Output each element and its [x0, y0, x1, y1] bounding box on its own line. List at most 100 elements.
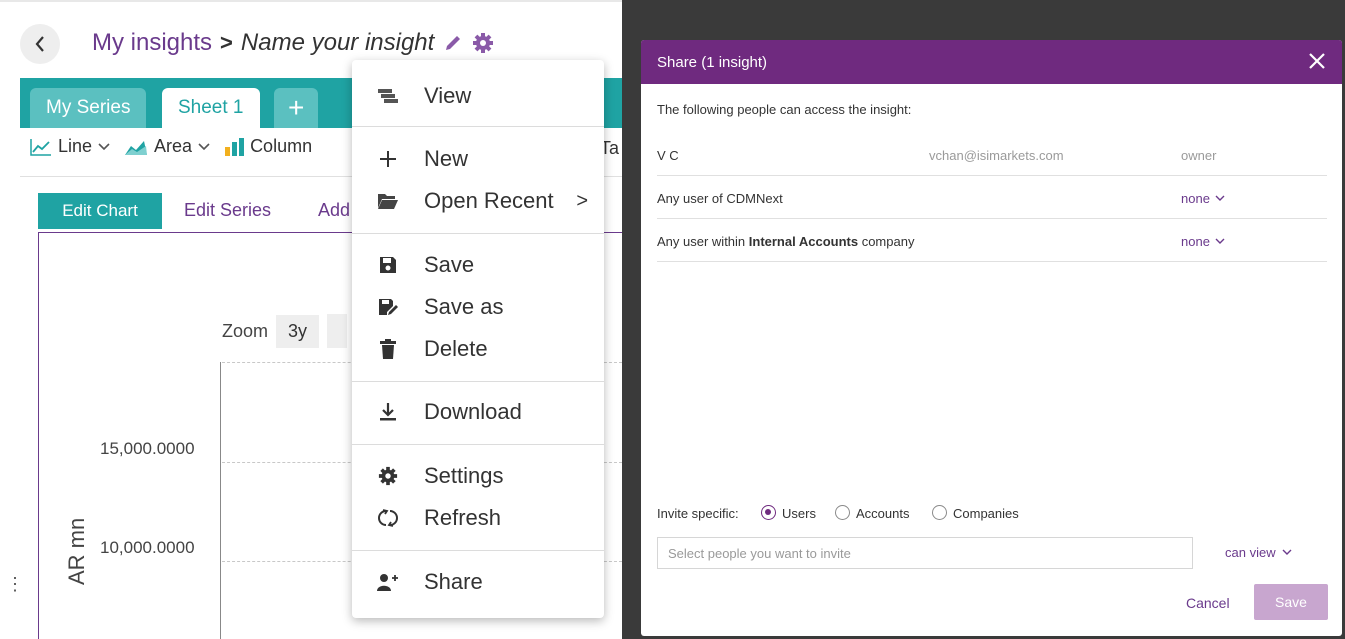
gear-icon [378, 466, 398, 486]
y-tick-label: 15,000.0000 [100, 439, 195, 458]
menu-item-download-label: Download [424, 399, 522, 424]
radio-companies[interactable] [932, 505, 947, 520]
menu-item-save-as[interactable]: Save as [352, 287, 604, 327]
menu-item-share[interactable]: Share [352, 562, 604, 602]
tab-sheet-1[interactable]: Sheet 1 [162, 88, 260, 128]
access-row-name: V C [657, 148, 679, 163]
menu-item-view-label: View [424, 83, 472, 108]
menu-item-save-label: Save [424, 252, 475, 277]
access-row-name-prefix: Any user within [657, 234, 749, 249]
edit-series-tab[interactable]: Edit Series [184, 200, 271, 221]
menu-divider [352, 126, 604, 127]
menu-divider [352, 233, 604, 234]
save-as-icon [379, 299, 398, 315]
row-divider [657, 175, 1327, 176]
y-tick-label: 10,000.0000 [100, 538, 195, 557]
radio-companies-label[interactable]: Companies [953, 506, 1019, 521]
menu-item-save-as-label: Save as [424, 294, 504, 319]
y-axis-line [220, 362, 221, 639]
menu-item-new[interactable]: New [352, 139, 604, 179]
menu-item-settings[interactable]: Settings [352, 456, 604, 496]
menu-item-refresh[interactable]: Refresh [352, 498, 604, 538]
invite-permission-dropdown[interactable]: can view [1225, 545, 1292, 560]
radio-accounts-label[interactable]: Accounts [856, 506, 909, 521]
insight-name[interactable]: Name your insight [241, 29, 434, 57]
invite-label: Invite specific: [657, 506, 739, 521]
gear-icon[interactable] [472, 32, 494, 54]
menu-item-view[interactable]: View [352, 76, 604, 116]
view-icon [378, 89, 398, 103]
menu-divider [352, 550, 604, 551]
menu-item-delete[interactable]: Delete [352, 329, 604, 369]
access-row-name-suffix: company [858, 234, 915, 249]
plus-icon [380, 151, 396, 167]
y-axis-label: AR mn [64, 517, 89, 585]
chevron-down-icon [1215, 238, 1225, 244]
share-dialog-title: Share (1 insight) [657, 53, 768, 71]
invite-permission-value: can view [1225, 545, 1276, 560]
menu-divider [352, 444, 604, 445]
menu-item-open-recent-label: Open Recent [424, 188, 554, 213]
radio-accounts[interactable] [835, 505, 850, 520]
access-row-permission: owner [1181, 148, 1217, 163]
menu-item-save[interactable]: Save [352, 245, 604, 285]
chevron-down-icon [98, 142, 110, 150]
access-row-name: Any user of CDMNext [657, 191, 783, 206]
line-chart-icon [30, 138, 51, 156]
breadcrumb: My insights > Name your insight [92, 29, 494, 57]
cancel-button[interactable]: Cancel [1186, 595, 1230, 611]
menu-item-settings-label: Settings [424, 463, 504, 488]
back-button[interactable] [20, 24, 60, 64]
chart-type-line-label: Line [58, 136, 93, 156]
zoom-next-button[interactable] [327, 314, 348, 348]
folder-open-icon [378, 194, 398, 209]
chart-type-line[interactable]: Line [30, 136, 110, 157]
radio-users-label[interactable]: Users [782, 506, 816, 521]
chart-type-area[interactable]: Area [124, 136, 210, 157]
column-chart-icon [225, 137, 245, 156]
menu-item-refresh-label: Refresh [424, 505, 502, 530]
insight-menu: View New Open Recent > Save Save as Dele… [352, 60, 604, 618]
chart-type-column-label: Column [250, 136, 313, 156]
add-sheet-button[interactable]: + [274, 88, 319, 128]
menu-item-download[interactable]: Download [352, 392, 604, 432]
zoom-controls: Zoom 3y [222, 314, 348, 348]
chevron-down-icon [198, 142, 210, 150]
row-divider [657, 218, 1327, 219]
save-button[interactable]: Save [1254, 584, 1328, 620]
invite-people-input[interactable] [657, 537, 1193, 569]
area-chart-icon [125, 140, 148, 155]
permission-dropdown[interactable]: none [1181, 191, 1225, 206]
refresh-icon [378, 509, 398, 527]
top-divider [0, 0, 622, 2]
breadcrumb-my-insights[interactable]: My insights [92, 29, 212, 57]
trash-icon [380, 339, 396, 359]
tab-my-series[interactable]: My Series [30, 88, 147, 128]
save-icon [380, 257, 396, 273]
resize-handle-icon[interactable]: ⋮ [6, 574, 24, 595]
breadcrumb-separator: > [220, 30, 233, 55]
row-divider [657, 261, 1327, 262]
share-dialog-header: Share (1 insight) [641, 40, 1342, 84]
zoom-3y-button[interactable]: 3y [276, 314, 320, 348]
submenu-arrow-icon: > [576, 189, 588, 212]
share-intro-text: The following people can access the insi… [657, 102, 912, 117]
edit-chart-tab[interactable]: Edit Chart [38, 193, 162, 229]
pencil-icon[interactable] [442, 32, 464, 54]
chart-type-area-label: Area [154, 136, 193, 156]
menu-item-open-recent[interactable]: Open Recent > [352, 181, 604, 221]
share-user-icon [377, 574, 398, 591]
add-tab[interactable]: Add [318, 200, 350, 221]
share-dialog: Share (1 insight) The following people c… [641, 40, 1342, 636]
permission-dropdown[interactable]: none [1181, 234, 1225, 249]
company-name: Internal Accounts [748, 234, 859, 249]
insight-editor: My insights > Name your insight My Serie… [0, 0, 622, 639]
menu-item-share-label: Share [424, 569, 483, 594]
radio-users[interactable] [761, 505, 776, 520]
chart-type-toolbar: Line Area Column [30, 136, 312, 157]
zoom-label: Zoom [222, 320, 269, 341]
close-icon[interactable] [1306, 50, 1328, 72]
chevron-down-icon [1215, 195, 1225, 201]
menu-item-delete-label: Delete [424, 336, 488, 361]
chart-type-column[interactable]: Column [224, 136, 312, 157]
